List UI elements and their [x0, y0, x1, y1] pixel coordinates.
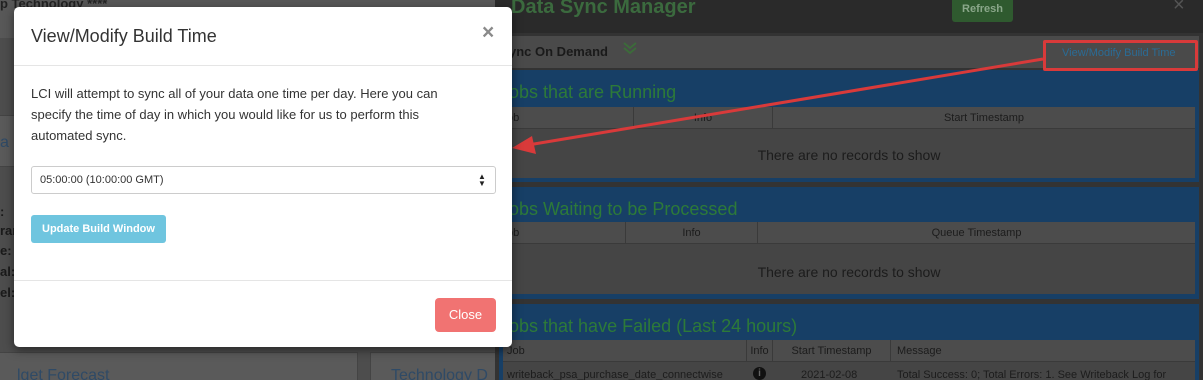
build-time-modal: View/Modify Build Time × LCI will attemp…: [14, 7, 512, 347]
select-caret-icon: ▲ ▼: [478, 172, 486, 188]
modal-header: View/Modify Build Time ×: [14, 7, 512, 66]
close-icon[interactable]: ×: [482, 22, 494, 43]
build-time-select[interactable]: 05:00:00 (10:00:00 GMT) ▲ ▼: [31, 166, 496, 194]
close-button[interactable]: Close: [435, 298, 496, 332]
update-build-window-button[interactable]: Update Build Window: [31, 215, 166, 243]
modal-title: View/Modify Build Time: [31, 26, 217, 46]
build-time-select-value: 05:00:00 (10:00:00 GMT): [40, 174, 164, 186]
modal-footer: Close: [14, 280, 512, 347]
modal-description: LCI will attempt to sync all of your dat…: [31, 86, 438, 143]
